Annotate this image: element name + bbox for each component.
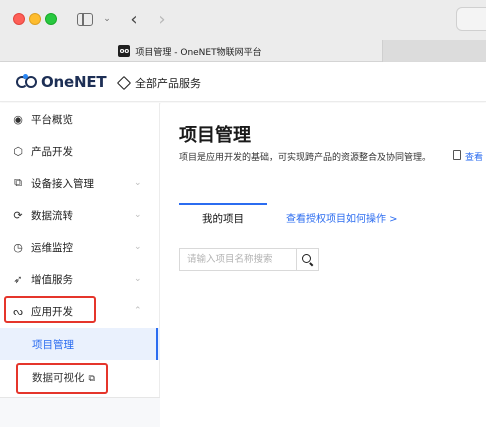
- sidebar-item-label: 平台概览: [31, 113, 73, 126]
- sidebar-item-label: 运维监控: [31, 241, 73, 254]
- zoom-window-button[interactable]: [45, 13, 57, 25]
- address-bar[interactable]: [456, 7, 486, 31]
- back-arrow-icon[interactable]: ‹: [126, 8, 142, 30]
- onenet-favicon-icon: oo: [118, 45, 131, 57]
- external-link-icon: ⧉: [88, 373, 95, 384]
- project-list-area: [161, 231, 486, 427]
- sidebar-item-device-access[interactable]: ⧉ 设备接入管理 ⌄: [0, 167, 160, 199]
- sidebar-item-overview[interactable]: ◉ 平台概览: [0, 103, 160, 135]
- search-button[interactable]: [296, 249, 318, 270]
- sidebar-item-app-dev[interactable]: ᔓ 应用开发 ⌃: [0, 295, 160, 327]
- sidebar-subitem-project-management[interactable]: 项目管理: [0, 328, 160, 360]
- browser-toolbar: ⌄ ‹ ›: [0, 0, 486, 40]
- app-dev-icon: ᔓ: [13, 304, 23, 318]
- chevron-down-icon[interactable]: ⌄: [100, 8, 114, 30]
- project-search: [179, 248, 319, 271]
- close-window-button[interactable]: [13, 13, 25, 25]
- sidebar-item-data-flow[interactable]: ⟳ 数据流转 ⌄: [0, 199, 160, 231]
- minimize-window-button[interactable]: [29, 13, 41, 25]
- all-products-menu[interactable]: 全部产品服务: [116, 75, 201, 91]
- tab-my-projects[interactable]: 我的项目: [179, 203, 267, 231]
- sidebar-footer: [0, 398, 160, 427]
- data-visualization-label: 数据可视化: [32, 371, 85, 384]
- page-title: 项目管理: [179, 125, 251, 146]
- chevron-up-icon: ⌃: [134, 306, 142, 316]
- data-flow-icon: ⟳: [13, 208, 23, 222]
- value-added-icon: ➶: [13, 272, 23, 286]
- sidebar-item-label: 应用开发: [31, 305, 73, 318]
- doc-link[interactable]: 查看: [465, 150, 483, 163]
- sidebar-subitem-label: 项目管理: [32, 338, 74, 351]
- onenet-logo-mark-icon: [16, 74, 38, 90]
- search-icon: [302, 254, 314, 267]
- browser-tab-bar: oo 项目管理 - OneNET物联网平台: [0, 40, 486, 62]
- page-description: 项目是应用开发的基础，可实现跨产品的资源整合及协同管理。: [179, 153, 432, 163]
- chevron-down-icon: ⌄: [134, 274, 142, 284]
- forward-arrow-icon[interactable]: ›: [154, 8, 170, 30]
- product-cube-icon: ⬡: [13, 144, 23, 158]
- diamond-icon: [116, 75, 132, 91]
- monitor-icon: ◷: [13, 240, 23, 254]
- browser-tab-inactive[interactable]: [382, 40, 486, 62]
- sidebar-item-label: 数据流转: [31, 209, 73, 222]
- overview-icon: ◉: [13, 112, 23, 126]
- sidebar-item-monitor[interactable]: ◷ 运维监控 ⌄: [0, 231, 160, 263]
- sidebar-item-product-dev[interactable]: ⬡ 产品开发: [0, 135, 160, 167]
- logo-text: OneNET: [41, 73, 107, 91]
- app-header: OneNET 全部产品服务: [0, 62, 486, 102]
- document-icon: [453, 150, 461, 160]
- sidebar-subitem-label: 数据可视化 ⧉: [32, 370, 95, 385]
- sidebar-item-value-added[interactable]: ➶ 增值服务 ⌄: [0, 263, 160, 295]
- sidebar-toggle-icon[interactable]: [75, 8, 95, 30]
- sidebar-subitem-data-visualization[interactable]: 数据可视化 ⧉: [0, 361, 160, 393]
- chevron-down-icon: ⌄: [134, 242, 142, 252]
- chevron-down-icon: ⌄: [134, 178, 142, 188]
- sidebar-item-label: 增值服务: [31, 273, 73, 286]
- main-content: 项目管理 项目是应用开发的基础，可实现跨产品的资源整合及协同管理。 查看 我的项…: [161, 103, 486, 427]
- sidebar-item-label: 设备接入管理: [31, 177, 94, 190]
- project-search-input[interactable]: [180, 249, 296, 270]
- sidebar-nav: ◉ 平台概览 ⬡ 产品开发 ⧉ 设备接入管理 ⌄ ⟳ 数据流转 ⌄ ◷ 运维监控…: [0, 103, 160, 427]
- browser-tab-title: 项目管理 - OneNET物联网平台: [135, 47, 262, 58]
- all-products-label: 全部产品服务: [135, 77, 201, 90]
- onenet-logo[interactable]: OneNET: [16, 73, 107, 91]
- device-access-icon: ⧉: [14, 176, 22, 189]
- chevron-down-icon: ⌄: [134, 210, 142, 220]
- authorized-projects-help-link[interactable]: 查看授权项目如何操作 >: [286, 210, 398, 225]
- browser-tab-active[interactable]: oo 项目管理 - OneNET物联网平台: [0, 40, 380, 62]
- sidebar-item-label: 产品开发: [31, 145, 73, 158]
